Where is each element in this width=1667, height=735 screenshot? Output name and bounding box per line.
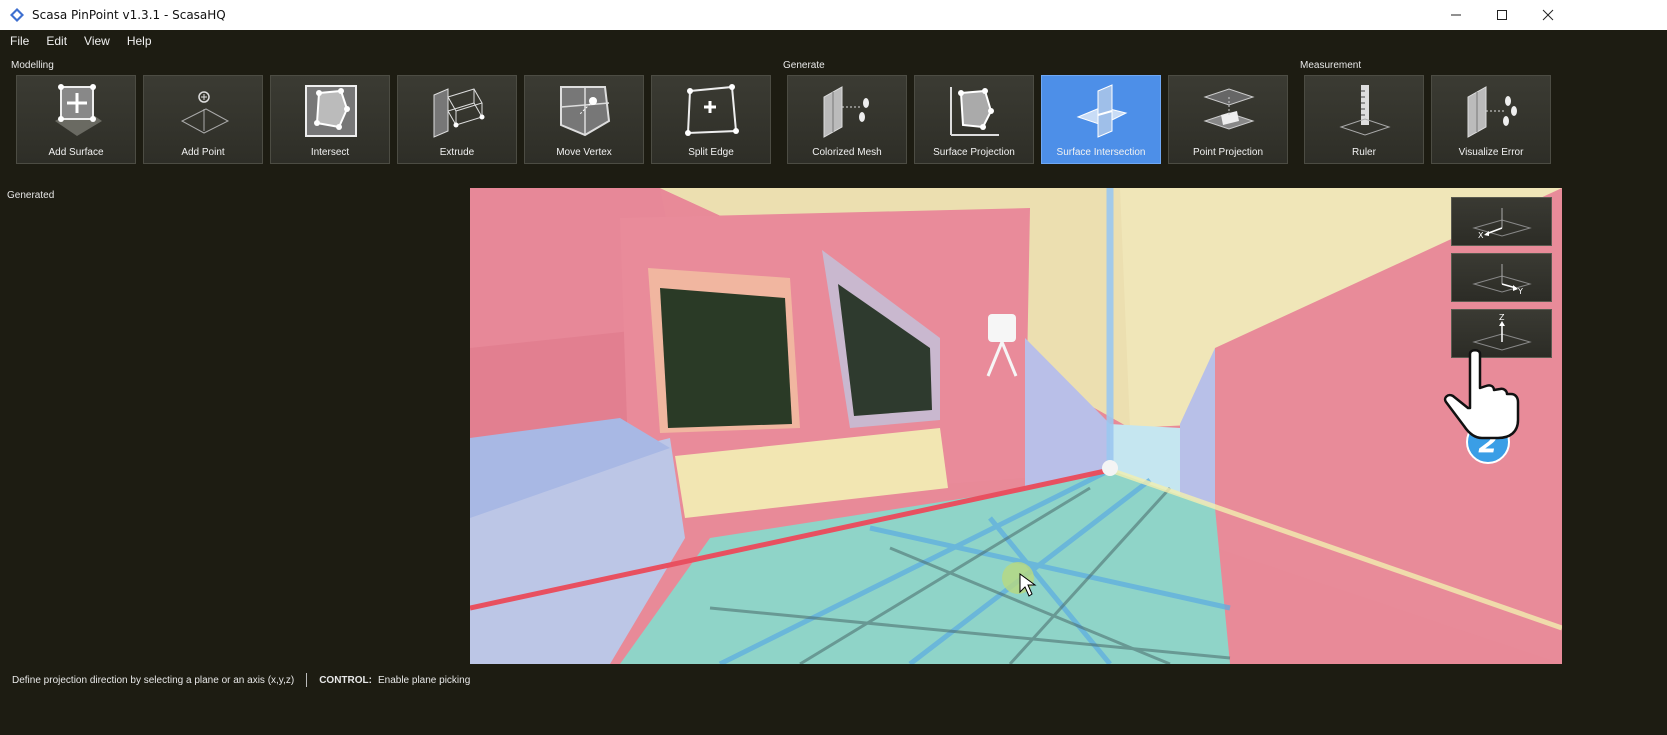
- tool-label: Surface Intersection: [1056, 147, 1146, 158]
- group-label-measurement: Measurement: [1300, 60, 1362, 71]
- generated-panel-title: Generated: [7, 190, 55, 201]
- visualize-error-icon: [1467, 86, 1517, 138]
- visualize-error-button[interactable]: Visualize Error: [1431, 75, 1551, 164]
- menu-file[interactable]: File: [0, 34, 36, 48]
- add-surface-button[interactable]: Add Surface: [16, 75, 136, 164]
- 3d-viewport[interactable]: X Y Z 2: [470, 188, 1562, 664]
- status-key: CONTROL:: [319, 674, 372, 686]
- tool-label: Surface Projection: [933, 147, 1015, 158]
- status-key-hint: Enable plane picking: [377, 674, 471, 686]
- menu-bar: File Edit View Help: [0, 30, 1667, 51]
- ruler-button[interactable]: Ruler: [1304, 75, 1424, 164]
- y-axis-label: Y: [1517, 287, 1523, 296]
- tool-label: Split Edge: [688, 147, 734, 158]
- y-axis-icon: Y: [1472, 264, 1532, 296]
- tool-label: Point Projection: [1192, 147, 1264, 158]
- tool-label: Visualize Error: [1458, 147, 1524, 158]
- tool-label: Colorized Mesh: [812, 147, 882, 158]
- window-title: Scasa PinPoint v1.3.1 - ScasaHQ: [32, 8, 226, 22]
- split-edge-icon: [685, 84, 739, 136]
- surface-intersection-button[interactable]: Surface Intersection: [1041, 75, 1161, 164]
- ruler-icon: [1339, 85, 1391, 136]
- status-separator: [306, 673, 308, 687]
- maximize-icon: [1497, 10, 1507, 20]
- add-surface-icon: [55, 84, 102, 136]
- colorized-mesh-icon: [823, 86, 869, 138]
- intersect-icon: [305, 85, 357, 137]
- maximize-button[interactable]: [1479, 0, 1525, 30]
- status-message: Define projection direction by selecting…: [12, 674, 295, 686]
- point-projection-icon: [1203, 88, 1255, 130]
- tool-label: Move Vertex: [556, 147, 612, 158]
- x-axis-button[interactable]: X: [1451, 197, 1552, 246]
- surface-projection-icon: [950, 87, 999, 136]
- group-label-modelling: Modelling: [11, 60, 54, 71]
- extrude-icon: [433, 88, 485, 138]
- tool-label: Add Point: [181, 147, 225, 158]
- tool-label: Add Surface: [48, 147, 104, 158]
- tool-label: Intersect: [310, 147, 350, 158]
- point-cloud-scene: [470, 188, 1562, 664]
- status-bar: Define projection direction by selecting…: [0, 668, 1667, 692]
- menu-view[interactable]: View: [74, 34, 117, 48]
- minimize-button[interactable]: [1433, 0, 1479, 30]
- close-icon: [1542, 9, 1554, 21]
- menu-edit[interactable]: Edit: [36, 34, 74, 48]
- add-point-icon: [180, 91, 230, 134]
- title-bar: Scasa PinPoint v1.3.1 - ScasaHQ: [0, 0, 1667, 30]
- tool-label: Ruler: [1352, 147, 1376, 158]
- colorized-mesh-button[interactable]: Colorized Mesh: [787, 75, 907, 164]
- minimize-icon: [1451, 14, 1461, 16]
- group-label-generate: Generate: [783, 60, 825, 71]
- close-button[interactable]: [1525, 0, 1571, 30]
- pointing-hand-icon: 2: [1443, 349, 1520, 464]
- menu-help[interactable]: Help: [117, 34, 159, 48]
- move-vertex-button[interactable]: Move Vertex: [524, 75, 644, 164]
- z-axis-label: Z: [1499, 313, 1505, 322]
- app-logo-icon: [10, 8, 24, 22]
- x-axis-label: X: [1478, 231, 1484, 240]
- y-axis-button[interactable]: Y: [1451, 253, 1552, 302]
- split-edge-button[interactable]: Split Edge: [651, 75, 771, 164]
- add-point-button[interactable]: Add Point: [143, 75, 263, 164]
- move-vertex-icon: [560, 86, 611, 137]
- bottom-strip: [0, 692, 1667, 735]
- surface-projection-button[interactable]: Surface Projection: [914, 75, 1034, 164]
- x-axis-icon: X: [1472, 208, 1532, 240]
- surface-intersection-icon: [1076, 84, 1128, 138]
- extrude-button[interactable]: Extrude: [397, 75, 517, 164]
- tool-label: Extrude: [439, 147, 475, 158]
- intersect-button[interactable]: Intersect: [270, 75, 390, 164]
- point-projection-button[interactable]: Point Projection: [1168, 75, 1288, 164]
